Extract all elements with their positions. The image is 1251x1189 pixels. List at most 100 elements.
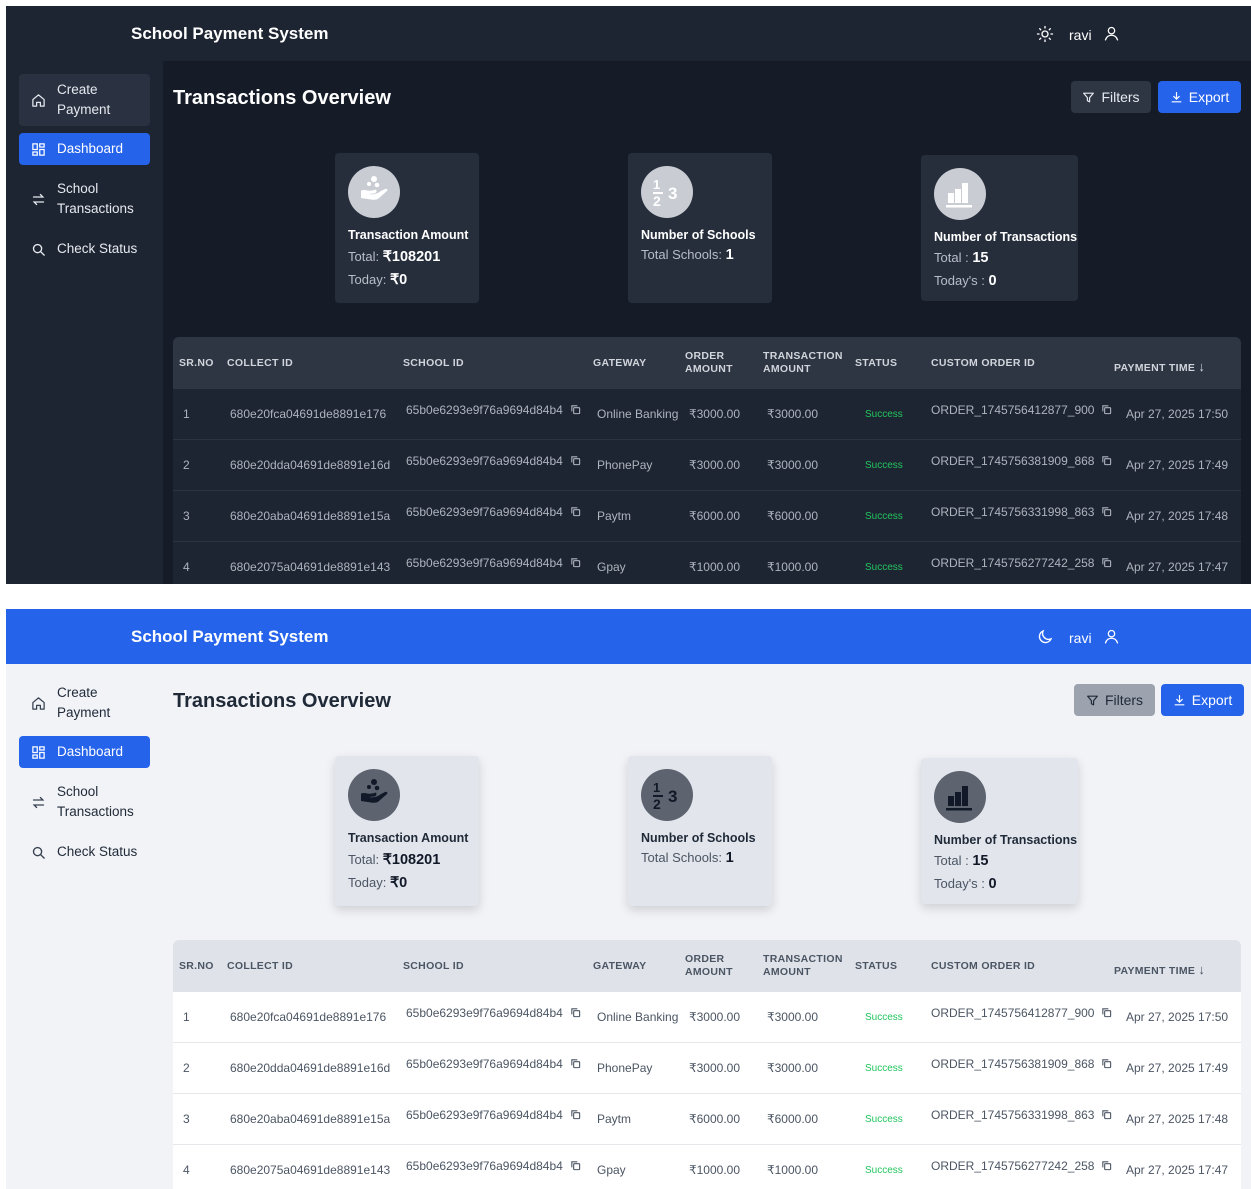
col-custom-order-id[interactable]: CUSTOM ORDER ID [931,357,1035,370]
cell-school-id: 65b0e6293e9f76a9694d84b4 [406,454,581,468]
col-collect-id[interactable]: COLLECT ID [227,960,293,973]
sidebar-item-create-payment[interactable]: Create Payment [19,74,150,126]
today-label: Today's : [934,876,985,891]
copy-icon[interactable] [570,1058,581,1069]
cell-payment-time: Apr 27, 2025 17:48 [1126,1112,1228,1126]
today-value: 0 [988,273,997,289]
col-collect-id[interactable]: COLLECT ID [227,357,293,370]
cell-school-id: 65b0e6293e9f76a9694d84b4 [406,1006,581,1020]
cell-transaction-amount: ₹3000.00 [767,407,818,421]
table-row[interactable]: 1 680e20fca04691de8891e176 65b0e6293e9f76a… [173,992,1241,1043]
copy-icon[interactable] [1101,1058,1112,1069]
cell-order-amount: ₹1000.00 [689,560,740,574]
cell-custom-order-id: ORDER_1745756412877_900 [931,403,1112,417]
cell-gateway: PhonePay [597,458,652,472]
col-order-amount[interactable]: ORDER AMOUNT [685,350,745,376]
sidebar-item-check-status[interactable]: Check Status [19,233,150,265]
cell-payment-time-text: Apr 27, 2025 17:50 [1126,407,1229,421]
user-name: ravi [1069,630,1092,646]
export-button[interactable]: Export [1158,81,1241,113]
col-custom-order-id[interactable]: CUSTOM ORDER ID [931,960,1035,973]
cell-school-id-text: 65b0e6293e9f76a9694d84b4 [406,454,563,468]
svg-text:3: 3 [668,787,677,806]
sidebar-item-create-payment[interactable]: Create Payment [19,677,150,729]
cell-transaction-amount: ₹6000.00 [767,509,818,523]
col-gateway[interactable]: GATEWAY [593,357,646,370]
cell-transaction-amount: ₹3000.00 [767,458,818,472]
card-transaction-amount: Transaction Amount Total: ₹108201 Today:… [335,756,479,906]
sort-arrow-down-icon[interactable]: ↓ [1198,962,1205,977]
copy-icon[interactable] [570,506,581,517]
col-school-id[interactable]: SCHOOL ID [403,960,464,973]
cell-school-id-text: 65b0e6293e9f76a9694d84b4 [406,403,563,417]
cell-status-text: Success [865,1165,903,1176]
sidebar-item-dashboard[interactable]: Dashboard [19,133,150,165]
sun-icon[interactable] [1036,25,1054,43]
copy-icon[interactable] [1101,557,1112,568]
copy-icon[interactable] [570,1160,581,1171]
cell-payment-time: Apr 27, 2025 17:50 [1126,407,1228,421]
cell-payment-time-text: Apr 27, 2025 17:48 [1126,509,1229,523]
cell-srno-text: 2 [183,1061,190,1075]
col-transaction-amount[interactable]: TRANSACTION AMOUNT [763,350,843,376]
card-title: Number of Schools [641,228,756,242]
sort-arrow-down-icon[interactable]: ↓ [1198,359,1205,374]
col-payment-time[interactable]: PAYMENT TIME ↓ [1114,360,1205,375]
copy-icon[interactable] [570,557,581,568]
sidebar-item-dashboard[interactable]: Dashboard [19,736,150,768]
cell-collect-id-text: 680e20dda04691de8891e16d [230,1061,391,1075]
copy-icon[interactable] [1101,506,1112,517]
copy-icon[interactable] [570,404,581,415]
filters-button[interactable]: Filters [1071,81,1151,113]
col-status[interactable]: STATUS [855,357,897,370]
filters-button[interactable]: Filters [1074,684,1155,716]
sidebar-item-school-transactions[interactable]: School Transactions [19,173,150,225]
table-row[interactable]: 1 680e20fca04691de8891e176 65b0e6293e9f76a… [173,389,1241,440]
table-row[interactable]: 4 680e2075a04691de8891e143 65b0e6293e9f76a… [173,542,1241,584]
copy-icon[interactable] [1101,404,1112,415]
cell-transaction-amount-text: ₹6000.00 [767,509,819,523]
copy-icon[interactable] [570,1109,581,1120]
cell-school-id-text: 65b0e6293e9f76a9694d84b4 [406,1159,563,1173]
copy-icon[interactable] [570,1007,581,1018]
col-gateway[interactable]: GATEWAY [593,960,646,973]
moon-icon[interactable] [1036,628,1054,646]
cell-custom-order-id: ORDER_1745756277242_258 [931,1159,1112,1173]
cell-payment-time: Apr 27, 2025 17:49 [1126,458,1228,472]
cell-school-id: 65b0e6293e9f76a9694d84b4 [406,505,581,519]
cell-order-amount-text: ₹6000.00 [689,509,741,523]
cell-payment-time-text: Apr 27, 2025 17:49 [1126,1061,1229,1075]
today-label: Today: [348,272,387,287]
cell-gateway: Online Banking [597,407,678,421]
copy-icon[interactable] [570,455,581,466]
cell-order-amount: ₹3000.00 [689,407,740,421]
top-header: School Payment System ravi [6,609,1251,664]
col-srno: SR.NO [179,960,214,972]
sidebar-item-school-transactions[interactable]: School Transactions [19,776,150,828]
copy-icon[interactable] [1101,1109,1112,1120]
table-row[interactable]: 3 680e20aba04691de8891e15a 65b0e6293e9f76a… [173,1094,1241,1145]
copy-icon[interactable] [1101,1007,1112,1018]
user-icon[interactable] [1103,628,1120,645]
card-transaction-amount: Transaction Amount Total: ₹108201 Today:… [335,153,479,303]
table-row[interactable]: 2 680e20dda04691de8891e16d 65b0e6293e9f76a… [173,1043,1241,1094]
cell-collect-id: 680e20dda04691de8891e16d [230,458,390,472]
copy-icon[interactable] [1101,1160,1112,1171]
card-number-of-transactions: Number of Transactions Total : 15 Today'… [921,155,1078,301]
col-order-amount[interactable]: ORDER AMOUNT [685,953,745,979]
user-icon[interactable] [1103,25,1120,42]
transactions-table: SR.NO COLLECT ID SCHOOL ID GATEWAY ORDER… [173,337,1241,584]
col-status[interactable]: STATUS [855,960,897,973]
col-payment-time[interactable]: PAYMENT TIME ↓ [1114,963,1205,978]
table-body: 1 680e20fca04691de8891e176 65b0e6293e9f76a… [173,992,1241,1189]
export-button[interactable]: Export [1161,684,1244,716]
col-school-id[interactable]: SCHOOL ID [403,357,464,370]
table-row[interactable]: 3 680e20aba04691de8891e15a 65b0e6293e9f76a… [173,491,1241,542]
table-row[interactable]: 2 680e20dda04691de8891e16d 65b0e6293e9f76a… [173,440,1241,491]
col-transaction-amount[interactable]: TRANSACTION AMOUNT [763,953,843,979]
table-row[interactable]: 4 680e2075a04691de8891e143 65b0e6293e9f76a… [173,1145,1241,1189]
card-total: Total : 15 [934,250,988,266]
copy-icon[interactable] [1101,455,1112,466]
sidebar-item-check-status[interactable]: Check Status [19,836,150,868]
cell-srno-text: 4 [183,1163,190,1177]
